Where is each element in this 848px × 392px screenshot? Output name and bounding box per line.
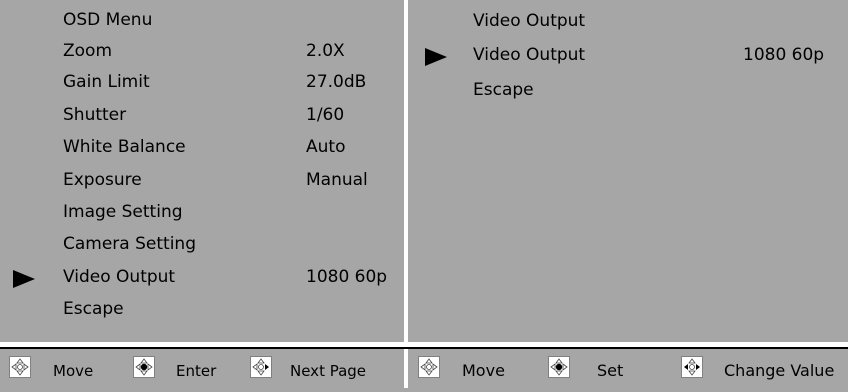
menu-item-value: 27.0dB [306,72,367,92]
hint-label: Enter [176,362,217,380]
dpad-move-icon [418,356,440,378]
menu-item-label: OSD Menu [63,10,153,30]
menu-item-value: Manual [306,170,368,190]
menu-item-label: Escape [63,299,124,319]
menu-item-value: Auto [306,137,346,157]
menu-item-label: White Balance [63,137,186,157]
hint-label: Move [53,362,94,380]
menu-item-value: 1080 60p [306,267,388,287]
dpad-set-icon [548,356,570,378]
menu-item-osd-menu[interactable]: OSD Menu [0,5,404,35]
menu-item-value: 1/60 [306,105,345,125]
menu-item-label: Video Output [63,267,176,287]
dpad-next-page-icon [250,356,272,378]
menu-item-label: Zoom [63,41,113,61]
menu-item-label: Shutter [63,105,127,125]
menu-item-zoom[interactable]: Zoom 2.0X [0,36,404,66]
menu-item-exposure[interactable]: Exposure Manual [0,165,404,195]
menu-item-label: Exposure [63,170,142,190]
submenu-item-label: Video Output [473,11,586,31]
menu-item-gain-limit[interactable]: Gain Limit 27.0dB [0,67,404,97]
menu-item-white-balance[interactable]: White Balance Auto [0,132,404,162]
hint-label: Next Page [290,362,367,380]
submenu-item-label: Escape [473,80,534,100]
menu-item-value: 2.0X [306,41,345,61]
panel-divider [404,0,408,388]
menu-item-video-output[interactable]: Video Output 1080 60p [0,262,404,292]
dpad-enter-icon [133,356,155,378]
footer-separator-shadow [0,347,848,349]
dpad-change-value-icon [681,356,703,378]
key-hint-bar: Move Enter Next Page Move Set Change Val… [0,350,848,388]
menu-item-label: Image Setting [63,202,183,222]
submenu-item-video-output[interactable]: Video Output 1080 60p [410,40,848,70]
submenu-title: Video Output [410,6,848,36]
selection-pointer-icon [425,48,447,66]
hint-label: Change Value [724,361,835,380]
hint-label: Move [462,361,505,380]
menu-item-image-setting[interactable]: Image Setting [0,197,404,227]
dpad-move-icon [9,356,31,378]
osd-main-menu: OSD Menu Zoom 2.0X Gain Limit 27.0dB Shu… [0,0,404,342]
menu-item-shutter[interactable]: Shutter 1/60 [0,100,404,130]
osd-submenu-video-output: Video Output Video Output 1080 60p Escap… [410,0,848,342]
menu-item-label: Gain Limit [63,72,150,92]
menu-item-camera-setting[interactable]: Camera Setting [0,229,404,259]
submenu-item-escape[interactable]: Escape [410,75,848,105]
selection-pointer-icon [13,270,35,288]
hint-label: Set [597,361,624,380]
submenu-item-value: 1080 60p [743,45,825,65]
menu-item-escape[interactable]: Escape [0,294,404,324]
submenu-item-label: Video Output [473,45,586,65]
menu-item-label: Camera Setting [63,234,196,254]
